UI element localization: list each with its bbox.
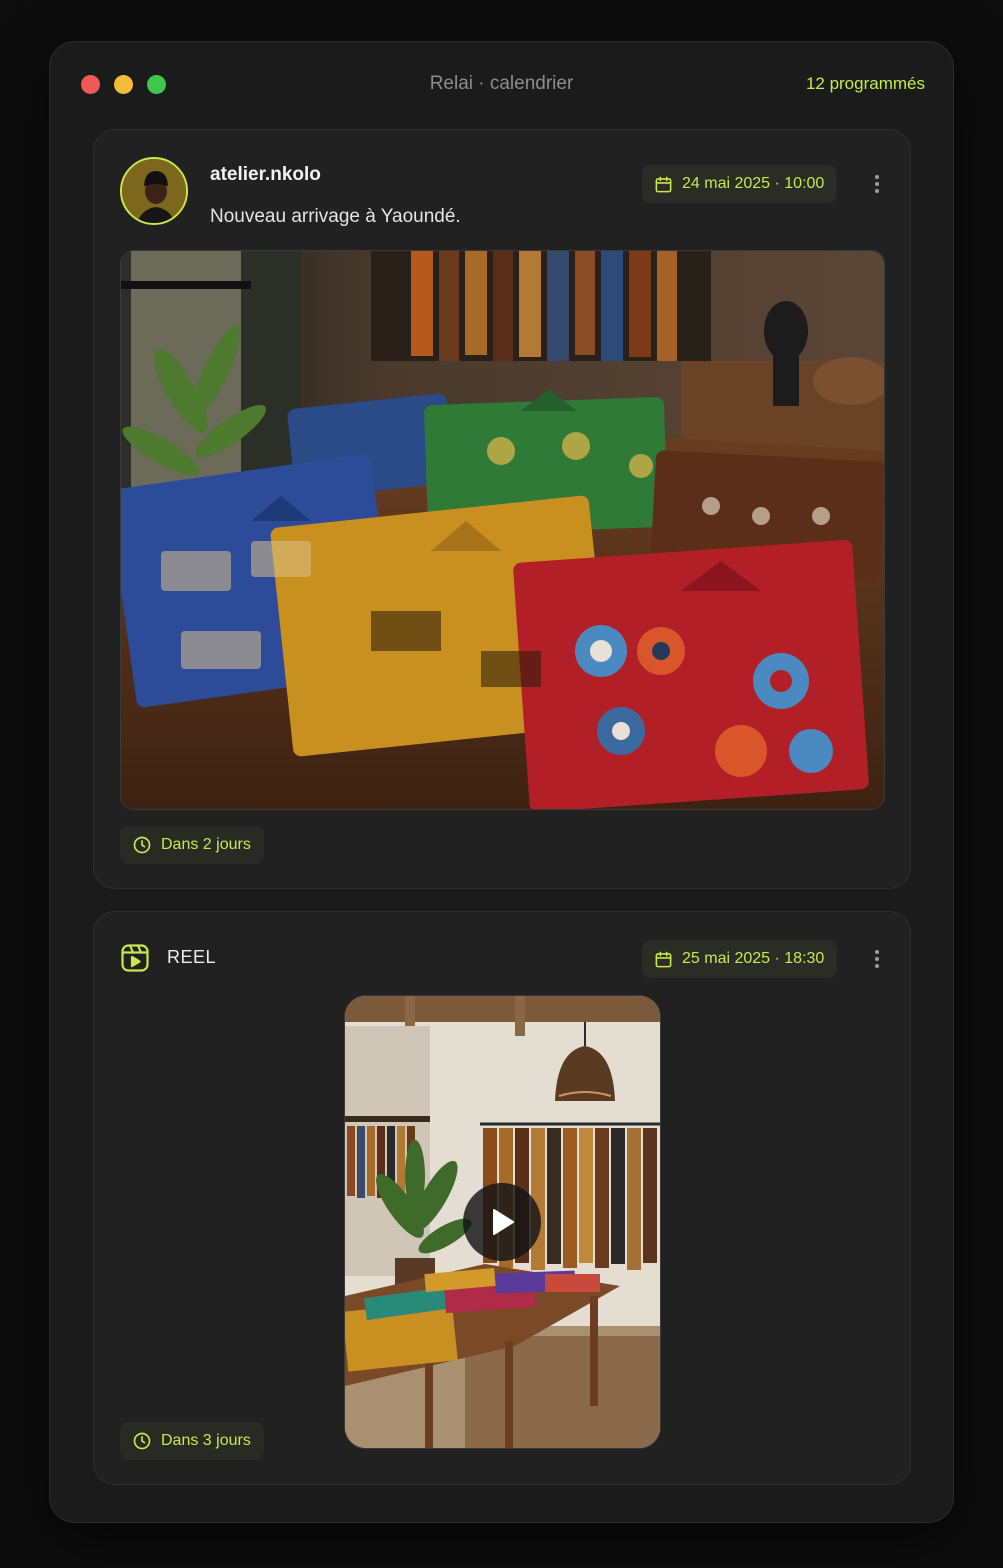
title-bar: Relai · calendrier 12 programmés [50,42,953,128]
author-name[interactable]: atelier.nkolo [210,164,321,186]
reel-icon [121,944,149,972]
avatar[interactable] [120,157,188,225]
scheduled-date-badge[interactable]: 25 mai 2025 · 18:30 [642,940,838,978]
clock-icon [133,1432,151,1450]
countdown-badge: Dans 2 jours [120,826,264,864]
countdown-text: Dans 2 jours [161,836,251,853]
scheduled-post-card[interactable]: atelier.nkolo Nouveau arrivage à Yaoundé… [93,129,911,889]
calendar-icon [655,176,672,192]
scheduled-date: 24 mai 2025 · 10:00 [682,175,825,192]
app-window: Relai · calendrier 12 programmés atelier… [49,41,954,1523]
scheduled-date-badge[interactable]: 24 mai 2025 · 10:00 [642,165,838,203]
post-type-label: REEL [167,947,217,967]
play-icon [493,1209,514,1235]
scheduled-date: 25 mai 2025 · 18:30 [682,950,825,967]
reel-video-thumbnail[interactable] [344,995,661,1449]
more-vertical-icon[interactable] [870,948,884,970]
countdown-text: Dans 3 jours [161,1432,251,1449]
play-button[interactable] [463,1183,541,1261]
post-image[interactable] [120,250,885,810]
post-caption: Nouveau arrivage à Yaoundé. [210,206,461,227]
countdown-badge: Dans 3 jours [120,1422,264,1460]
clock-icon [133,836,151,854]
calendar-icon [655,951,672,967]
scheduled-count[interactable]: 12 programmés [806,74,925,94]
scheduled-reel-card[interactable]: REEL 25 mai 2025 · 18:30 Dans 3 jours [93,911,911,1485]
more-vertical-icon[interactable] [870,173,884,195]
